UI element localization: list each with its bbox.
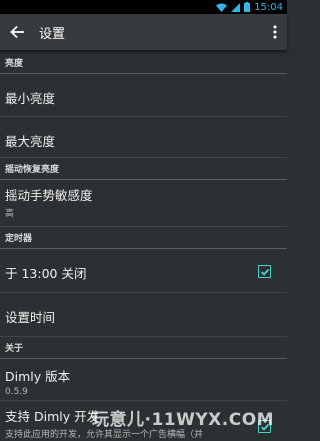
settings-list: 亮度 最小亮度 最大亮度 摇动恢复亮度 摇动手势敏感度 高 定时器 于 13:0… xyxy=(0,52,287,441)
set-time-item[interactable]: 设置时间 xyxy=(0,293,287,337)
version-label: Dimly 版本 xyxy=(5,369,71,384)
close-at-label: 于 13:00 关闭 xyxy=(5,266,87,281)
status-time: 15:04 xyxy=(254,1,283,13)
section-header-timer: 定时器 xyxy=(0,227,287,249)
battery-icon xyxy=(244,2,251,12)
close-at-item[interactable]: 于 13:00 关闭 xyxy=(0,249,287,293)
checkmark-icon xyxy=(260,268,269,276)
version-value: 0.5.9 xyxy=(5,387,28,397)
status-bar: 15:04 xyxy=(0,0,287,14)
version-item[interactable]: Dimly 版本 0.5.9 xyxy=(0,359,287,401)
min-brightness-label: 最小亮度 xyxy=(5,91,56,106)
app-bar: 设置 xyxy=(0,14,287,50)
section-header-about: 关于 xyxy=(0,337,287,359)
watermark-text: 玩意儿·11WYX.COM xyxy=(92,410,275,430)
min-brightness-item[interactable]: 最小亮度 xyxy=(0,74,287,117)
max-brightness-item[interactable]: 最大亮度 xyxy=(0,117,287,158)
page-title: 设置 xyxy=(39,27,66,42)
back-arrow-icon[interactable] xyxy=(8,23,26,41)
section-header-brightness: 亮度 xyxy=(0,52,287,74)
section-header-shake: 摇动恢复亮度 xyxy=(0,158,287,180)
set-time-label: 设置时间 xyxy=(5,310,56,325)
shake-sensitivity-value: 高 xyxy=(5,209,15,219)
wifi-icon xyxy=(216,3,228,12)
max-brightness-label: 最大亮度 xyxy=(5,134,56,149)
shake-sensitivity-item[interactable]: 摇动手势敏感度 高 xyxy=(0,180,287,227)
shake-sensitivity-label: 摇动手势敏感度 xyxy=(5,188,93,203)
close-at-checkbox[interactable] xyxy=(258,265,271,278)
signal-icon xyxy=(231,2,241,12)
overflow-menu-icon[interactable] xyxy=(273,25,277,39)
